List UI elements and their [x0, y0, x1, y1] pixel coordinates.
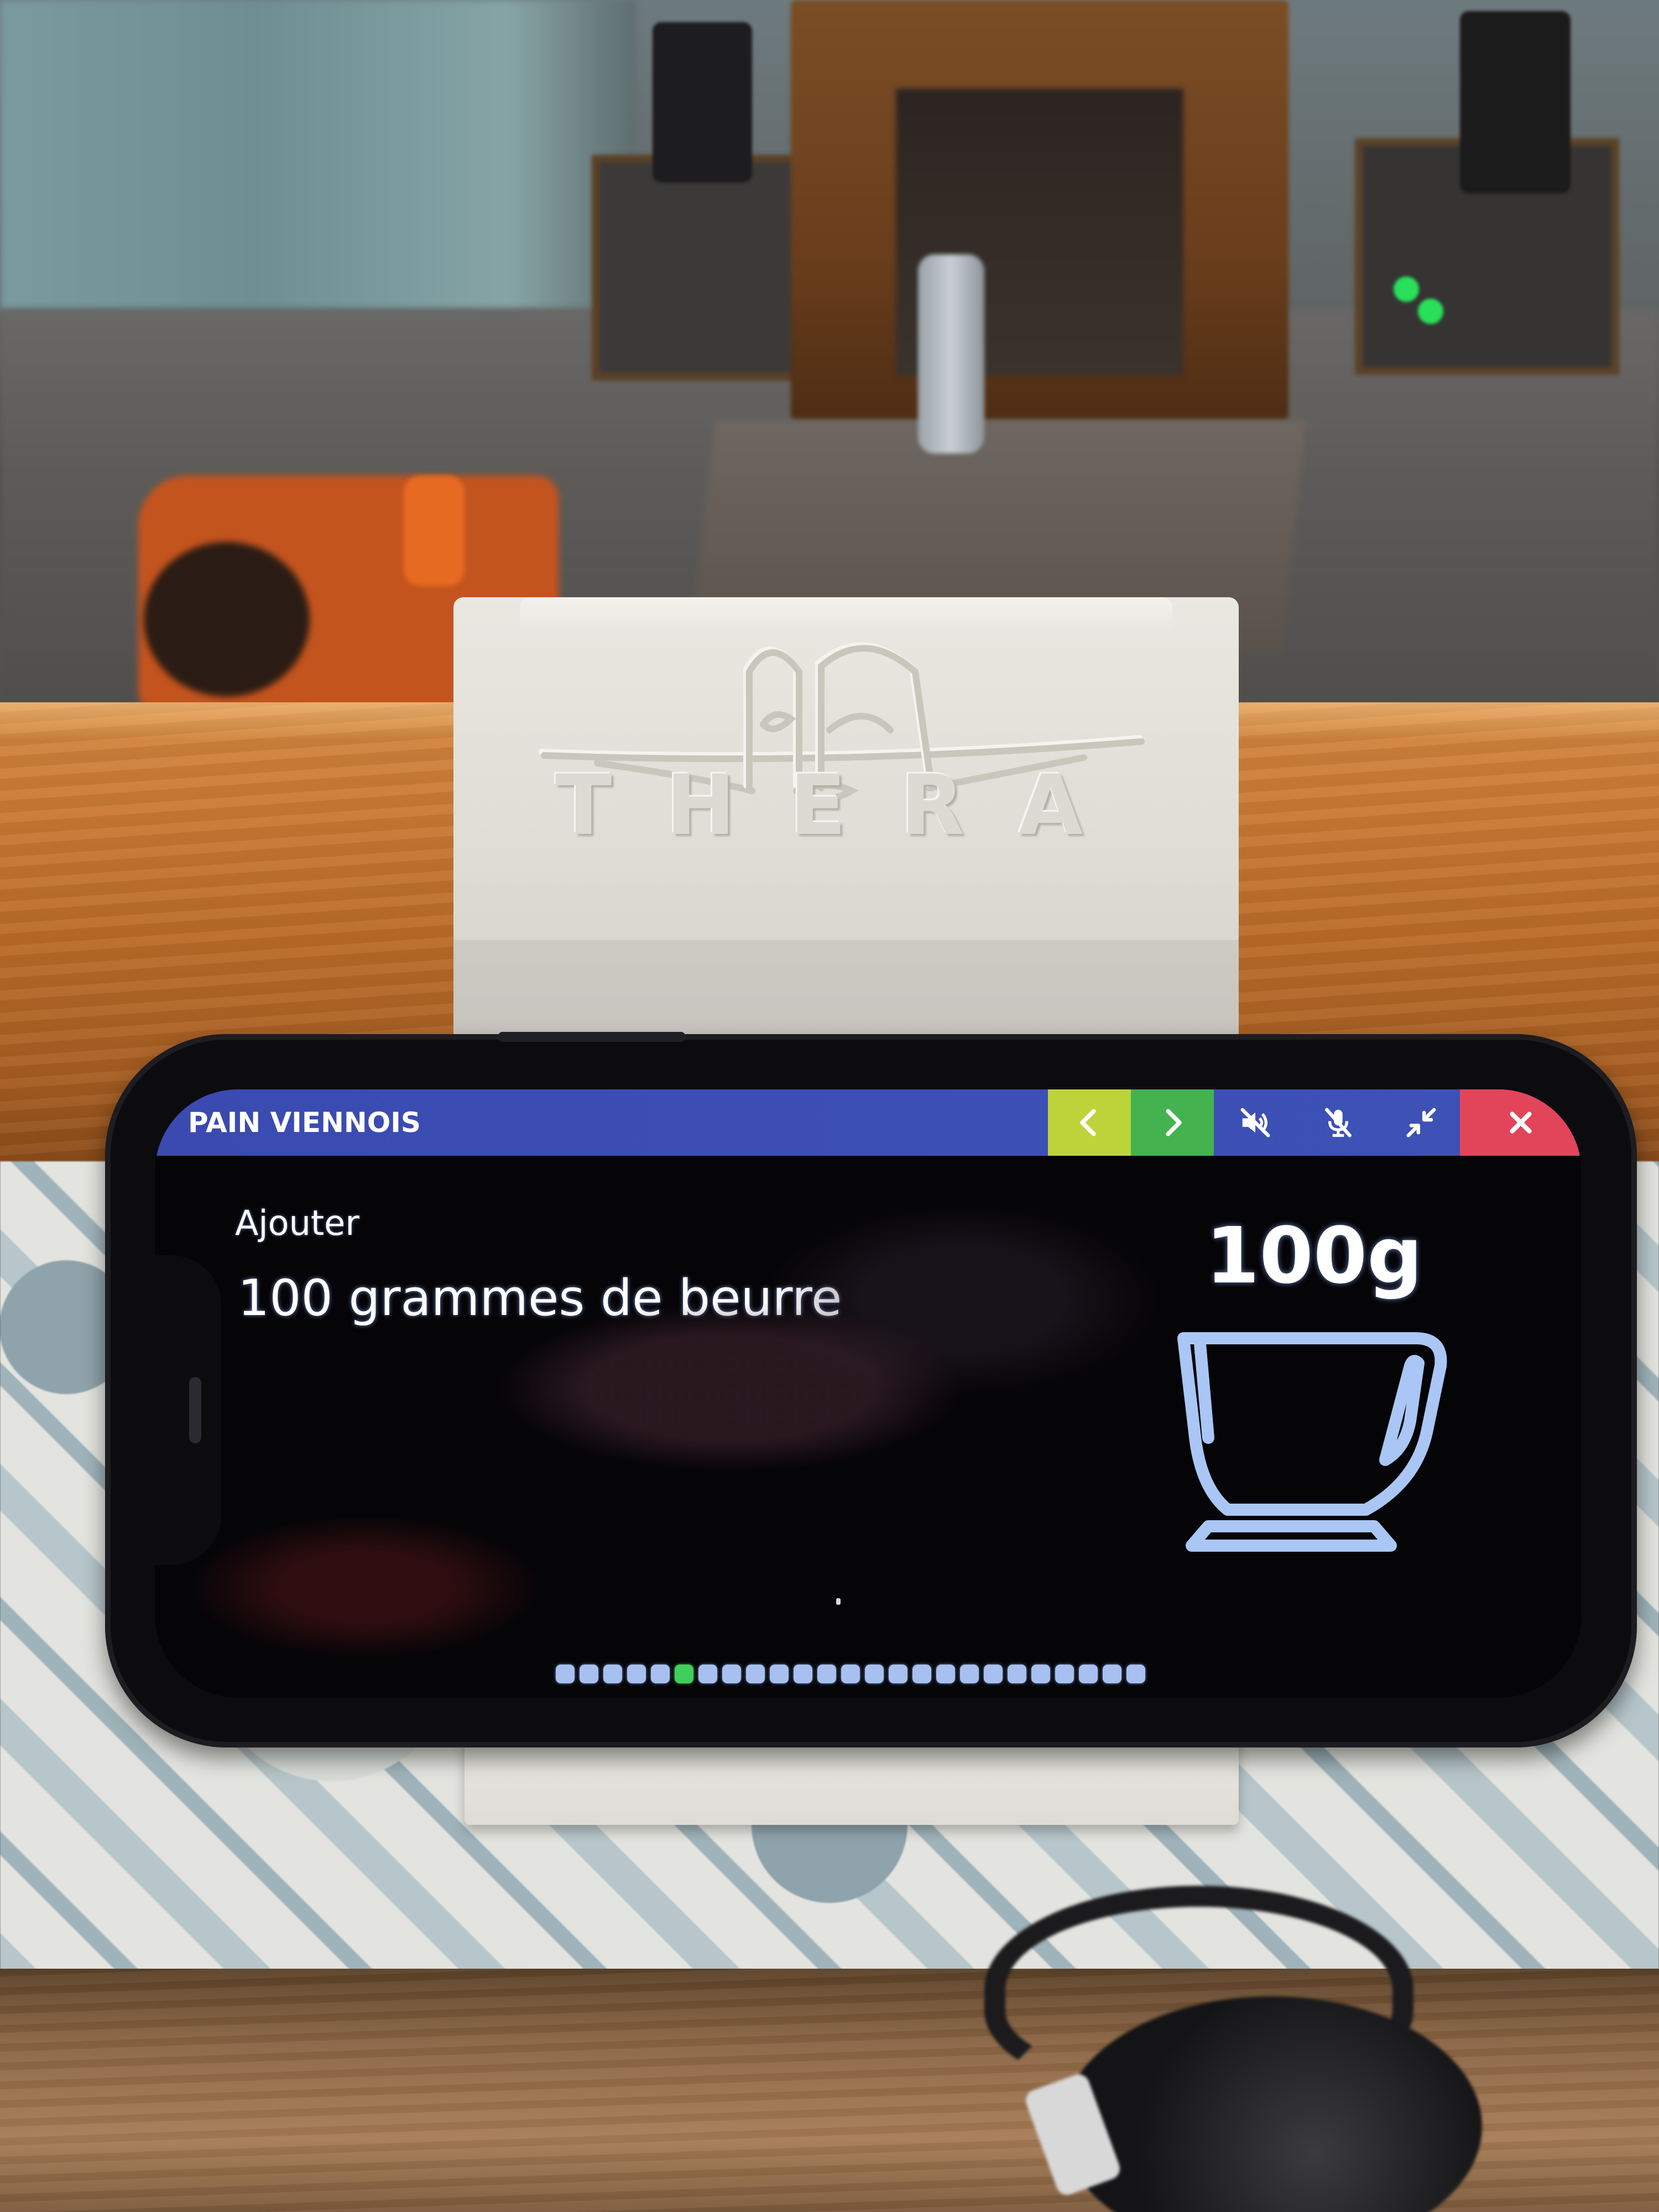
- phone-earpiece: [189, 1377, 201, 1443]
- microphone-muted-icon: [1325, 1108, 1352, 1138]
- step-action-label: Ajouter: [235, 1203, 359, 1243]
- photo-scene: THERA PAIN VIENNOIS Ajouter 100 grammes …: [0, 0, 1659, 2212]
- progress-dot: [722, 1665, 741, 1683]
- progress-dot: [1126, 1665, 1145, 1683]
- step-progress-indicator: [556, 1665, 1145, 1688]
- background-dark-object: [144, 542, 310, 697]
- speaker-muted-icon: [1240, 1108, 1270, 1138]
- phone-notch: [155, 1255, 221, 1565]
- progress-dot: [1031, 1665, 1050, 1683]
- chevron-right-icon: [1166, 1109, 1182, 1136]
- phone-side-button: [498, 1032, 686, 1042]
- progress-dot: [865, 1665, 884, 1683]
- progress-dot: [1079, 1665, 1098, 1683]
- background-bottle: [918, 254, 984, 453]
- background-curtain: [0, 0, 636, 310]
- progress-dot: [770, 1665, 789, 1683]
- close-button[interactable]: [1460, 1089, 1582, 1156]
- progress-dot: [627, 1665, 646, 1683]
- chevron-left-icon: [1080, 1109, 1096, 1136]
- step-quantity: 100g: [1206, 1211, 1423, 1301]
- mute-sound-button[interactable]: [1214, 1089, 1297, 1156]
- background-speaker-right: [1460, 11, 1571, 194]
- close-icon: [1510, 1112, 1532, 1134]
- progress-dot: [912, 1665, 931, 1683]
- cup-icon: [1177, 1332, 1447, 1552]
- app-header-bar: PAIN VIENNOIS: [155, 1089, 1582, 1156]
- progress-dot: [889, 1665, 907, 1683]
- progress-dot: [746, 1665, 765, 1683]
- progress-dot: [1055, 1665, 1074, 1683]
- background-side-table-left: [592, 155, 806, 380]
- progress-dot: [651, 1665, 670, 1683]
- progress-dot: [1103, 1665, 1121, 1683]
- progress-dot: [817, 1665, 836, 1683]
- shrink-icon: [1406, 1108, 1436, 1138]
- progress-dot: [841, 1665, 860, 1683]
- progress-dot: [936, 1665, 955, 1683]
- background-green-leds: [1394, 276, 1443, 332]
- touch-cursor: [836, 1598, 841, 1605]
- progress-dot-current: [675, 1665, 693, 1683]
- background-speaker-left: [653, 22, 752, 182]
- progress-dot: [960, 1665, 979, 1683]
- progress-dot: [556, 1665, 575, 1683]
- next-step-button[interactable]: [1131, 1089, 1214, 1156]
- progress-dot: [794, 1665, 812, 1683]
- progress-dot: [698, 1665, 717, 1683]
- progress-dot: [984, 1665, 1003, 1683]
- exit-fullscreen-button[interactable]: [1380, 1089, 1463, 1156]
- previous-step-button[interactable]: [1048, 1089, 1131, 1156]
- goggles: [984, 1841, 1659, 2212]
- step-instruction: 100 grammes de beurre: [238, 1269, 842, 1327]
- mute-microphone-button[interactable]: [1297, 1089, 1380, 1156]
- stand-brand-text: THERA: [555, 758, 1137, 854]
- background-orange-item: [404, 476, 465, 586]
- recipe-title: PAIN VIENNOIS: [188, 1107, 421, 1139]
- progress-dot: [580, 1665, 598, 1683]
- app-screen: PAIN VIENNOIS Ajouter 100 grammes de beu…: [155, 1089, 1582, 1698]
- progress-dot: [603, 1665, 622, 1683]
- progress-dot: [1008, 1665, 1026, 1683]
